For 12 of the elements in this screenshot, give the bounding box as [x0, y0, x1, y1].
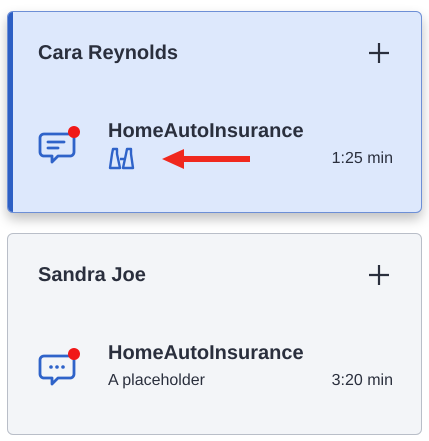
conversation-title: HomeAutoInsurance: [108, 341, 305, 366]
plus-icon: [368, 42, 390, 64]
plus-icon: [368, 264, 390, 286]
conversation-title: HomeAutoInsurance: [108, 119, 305, 144]
conversation-card[interactable]: Cara Reynolds HomeAutoInsurance 1:25 min: [7, 11, 422, 213]
conversation-card[interactable]: Sandra Joe HomeAutoInsurance A placeholder 3:20 min: [7, 233, 422, 435]
conversation-subtitle: A placeholder: [108, 371, 205, 391]
contact-name: Sandra Joe: [38, 263, 146, 288]
contact-name: Cara Reynolds: [38, 41, 178, 66]
duration: 1:25 min: [332, 149, 393, 169]
duration: 3:20 min: [332, 371, 393, 391]
binoculars-icon: [108, 147, 136, 171]
